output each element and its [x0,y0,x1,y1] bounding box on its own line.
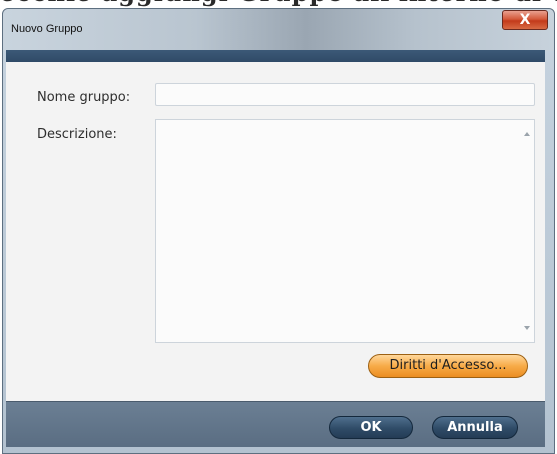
background-cropped-text: ecchie aggiungi Gruppo all'interno di un… [0,0,557,8]
dialog-content: Nome gruppo: Descrizione: [6,62,545,401]
description-textarea[interactable] [155,119,535,343]
scroll-down-arrow-icon[interactable] [524,326,530,330]
group-name-input[interactable] [155,83,535,106]
scroll-up-arrow-icon[interactable] [524,132,530,136]
ok-button[interactable]: OK [329,416,413,439]
description-label: Descrizione: [37,127,117,142]
window-title: Nuovo Gruppo [11,23,83,35]
close-button[interactable]: X [502,10,548,30]
cancel-button[interactable]: Annulla [432,416,518,439]
header-band [6,50,545,62]
close-icon: X [519,12,531,28]
name-label: Nome gruppo: [37,90,131,105]
access-rights-button[interactable]: Diritti d'Accesso... [368,354,528,378]
title-bar[interactable]: Nuovo Gruppo X [3,9,554,51]
